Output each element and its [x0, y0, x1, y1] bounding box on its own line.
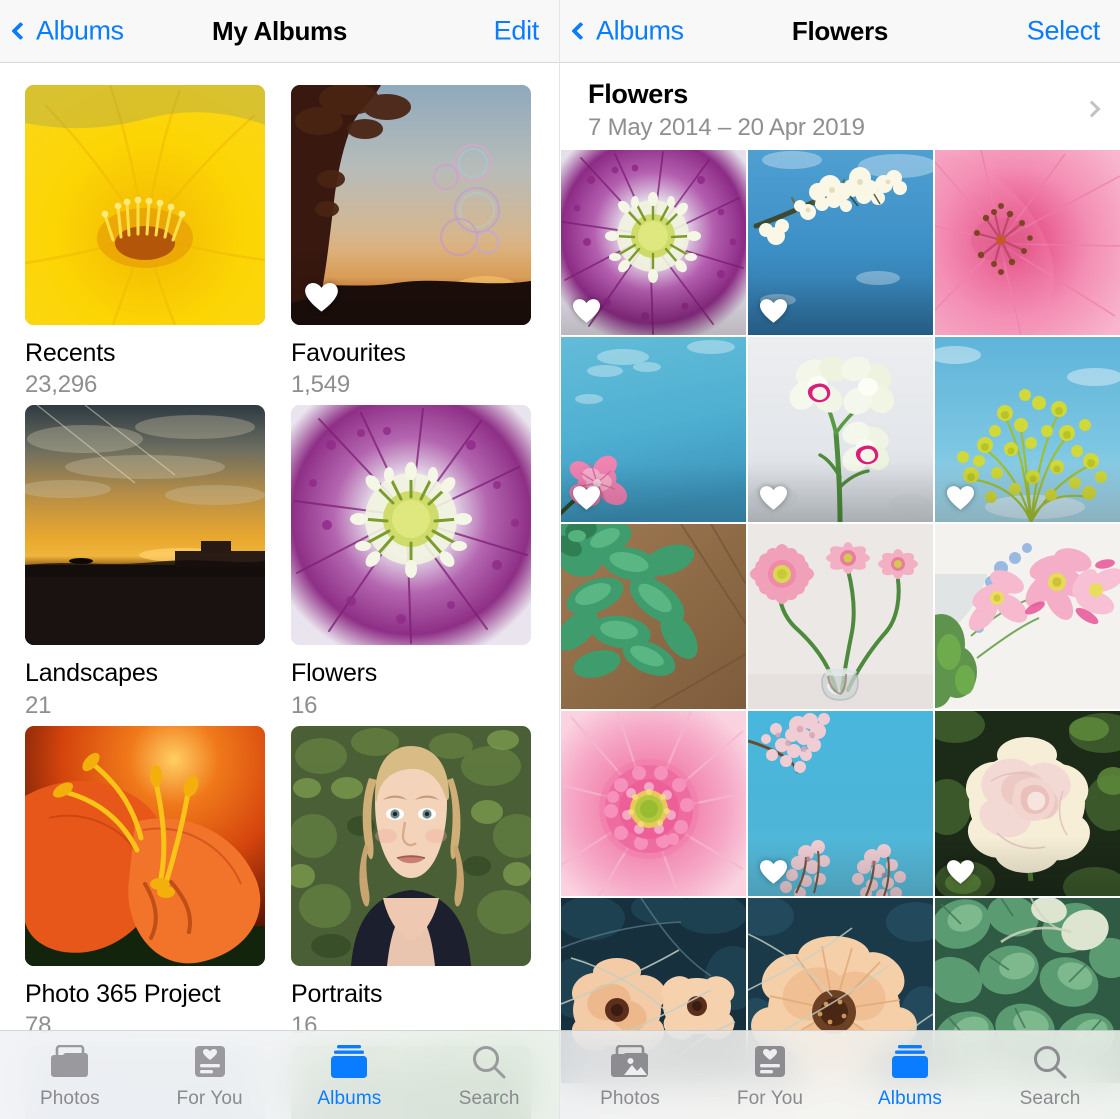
photo-cell[interactable]	[561, 711, 746, 896]
album-count: 16	[291, 691, 318, 719]
my-albums-screen: Albums My Albums Edit Recents 23,296 Fav…	[0, 0, 560, 1119]
flowers-album-screen: Albums Flowers Select Flowers 7 May 2014…	[560, 0, 1120, 1119]
tab-for-you[interactable]: For You	[140, 1031, 280, 1119]
tab-label: Albums	[317, 1088, 382, 1109]
edit-button[interactable]: Edit	[494, 16, 540, 47]
right-navbar: Albums Flowers Select	[560, 0, 1120, 63]
photo-cell[interactable]	[748, 337, 933, 522]
album-title: Flowers	[588, 79, 688, 109]
photo-pink-gerbera-macro	[561, 711, 746, 896]
albums-stack-icon	[329, 1044, 369, 1080]
album-name: Photo 365 Project	[25, 979, 221, 1008]
album-thumbnail[interactable]	[291, 85, 531, 325]
album-name: Flowers	[291, 659, 378, 688]
favourite-heart-icon	[760, 860, 787, 884]
photo-cell[interactable]	[748, 524, 933, 709]
photo-yellow-flower	[25, 85, 265, 325]
albums-grid: Recents 23,296 Favourites 1,549 Landscap…	[0, 63, 559, 1119]
tab-label: Search	[1019, 1088, 1081, 1109]
select-button[interactable]: Select	[1027, 16, 1101, 47]
album-thumbnail[interactable]	[25, 85, 265, 325]
photo-cell[interactable]	[935, 524, 1120, 709]
photo-portrait-woman	[291, 725, 531, 966]
left-tab-bar: Photos For You Albums Search	[0, 1030, 559, 1119]
album-item-portraits[interactable]: Portraits 16	[291, 725, 531, 1038]
album-thumbnail[interactable]	[291, 405, 531, 646]
for-you-card-icon	[752, 1044, 788, 1080]
favourite-heart-icon	[573, 486, 600, 510]
dual-screenshot: Albums My Albums Edit Recents 23,296 Fav…	[0, 0, 1120, 1119]
album-date-range: 7 May 2014 – 20 Apr 2019	[588, 114, 865, 141]
album-summary-header[interactable]: Flowers 7 May 2014 – 20 Apr 2019	[560, 63, 1120, 150]
photo-pink-bouquet	[935, 524, 1120, 709]
search-icon	[1032, 1044, 1068, 1080]
right-tab-bar: Photos For You Albums Search	[560, 1030, 1120, 1119]
search-icon	[471, 1044, 507, 1080]
photo-green-succulent	[561, 524, 746, 709]
album-item-recents[interactable]: Recents 23,296	[25, 85, 265, 397]
album-thumbnail[interactable]	[291, 725, 531, 966]
albums-scroll-area[interactable]: Recents 23,296 Favourites 1,549 Landscap…	[0, 63, 559, 1119]
album-name: Favourites	[291, 339, 406, 367]
tab-photos[interactable]: Photos	[560, 1031, 700, 1119]
page-title: My Albums	[211, 15, 348, 46]
tab-albums[interactable]: Albums	[840, 1031, 980, 1119]
for-you-card-icon	[192, 1044, 228, 1080]
photos-picture-icon	[610, 1044, 650, 1080]
tab-label: Photos	[600, 1088, 660, 1109]
album-count: 21	[25, 691, 52, 719]
left-navbar: Albums My Albums Edit	[0, 0, 559, 63]
photo-pink-gerberas-vase	[748, 524, 933, 709]
tab-label: Albums	[878, 1088, 942, 1109]
tab-label: Photos	[39, 1088, 100, 1109]
album-count: 23,296	[25, 371, 98, 399]
album-count: 1,549	[291, 371, 351, 399]
tab-label: Search	[458, 1088, 520, 1109]
photo-pink-hibiscus	[935, 150, 1120, 335]
albums-stack-icon	[890, 1044, 930, 1080]
album-item-flowers[interactable]: Flowers 16	[291, 405, 531, 719]
photos-stack-icon	[50, 1044, 90, 1080]
album-thumbnail[interactable]	[25, 725, 265, 966]
favourite-heart-icon	[573, 299, 600, 323]
album-item-landscapes[interactable]: Landscapes 21	[25, 405, 265, 719]
tab-photos[interactable]: Photos	[0, 1031, 140, 1119]
photo-cell[interactable]	[748, 150, 933, 335]
photo-purple-hellebore	[291, 405, 531, 646]
favourite-heart-icon	[305, 283, 338, 312]
photo-cell[interactable]	[561, 524, 746, 709]
album-item-favourites[interactable]: Favourites 1,549	[291, 85, 531, 397]
album-name: Recents	[25, 339, 116, 367]
tab-for-you[interactable]: For You	[700, 1031, 840, 1119]
tab-search[interactable]: Search	[980, 1031, 1120, 1119]
photo-orange-lily	[25, 725, 265, 966]
favourite-heart-icon	[760, 486, 787, 510]
chevron-right-icon[interactable]	[1083, 100, 1101, 118]
photo-cell[interactable]	[935, 150, 1120, 335]
photo-cell[interactable]	[935, 711, 1120, 896]
favourite-heart-icon	[947, 486, 974, 510]
album-name: Portraits	[291, 979, 383, 1008]
photo-cell[interactable]	[748, 711, 933, 896]
favourite-heart-icon	[760, 299, 787, 323]
favourite-heart-icon	[947, 860, 974, 884]
photo-cell[interactable]	[561, 150, 746, 335]
album-name: Landscapes	[25, 659, 158, 688]
album-thumbnail[interactable]	[25, 405, 265, 646]
photo-grid[interactable]	[560, 150, 1120, 1119]
tab-label: For You	[736, 1088, 804, 1109]
photo-sunset-sea	[25, 405, 265, 646]
photo-cell[interactable]	[561, 337, 746, 522]
tab-search[interactable]: Search	[419, 1031, 559, 1119]
photo-cell[interactable]	[935, 337, 1120, 522]
album-item-photo-365-project[interactable]: Photo 365 Project 78	[25, 725, 265, 1038]
tab-label: For You	[176, 1088, 243, 1109]
tab-albums[interactable]: Albums	[280, 1031, 420, 1119]
